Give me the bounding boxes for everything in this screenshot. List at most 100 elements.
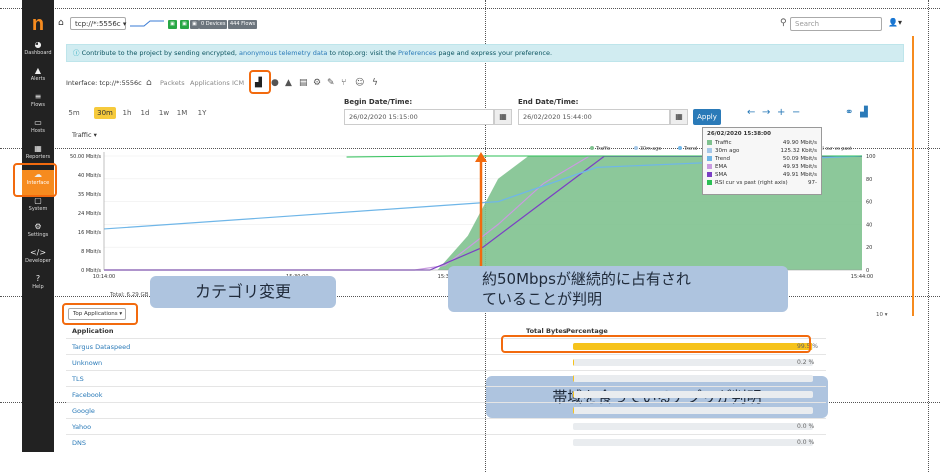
sidebar-item-label: Alerts bbox=[30, 76, 46, 82]
range-1h[interactable]: 1h bbox=[120, 107, 134, 119]
sidebar-item-hosts[interactable]: ▭ Hosts bbox=[22, 118, 54, 144]
range-5m[interactable]: 5m bbox=[66, 107, 82, 119]
tooltip-row: Traffic 49.90 Mbit/s bbox=[707, 140, 817, 147]
home-tab-icon[interactable]: ⌂ bbox=[146, 76, 152, 90]
zoom-out-icon[interactable]: − bbox=[792, 107, 800, 118]
tooltip-series-value: 49.91 Mbit/s bbox=[782, 172, 817, 178]
tooltip-series-name: 30m ago bbox=[715, 148, 740, 154]
green-status-badge[interactable]: ▣ bbox=[180, 20, 189, 29]
hosts-icon: ▭ bbox=[34, 118, 42, 127]
sidebar-item-label: System bbox=[28, 206, 48, 212]
network-tab-icon[interactable]: ⑂ bbox=[341, 76, 346, 90]
search-input[interactable]: Search bbox=[790, 17, 882, 31]
apply-button[interactable]: Apply bbox=[693, 109, 721, 125]
legend-marker bbox=[678, 146, 682, 150]
calendar-icon[interactable]: ▦ bbox=[494, 109, 512, 125]
home-icon[interactable]: ⌂ bbox=[58, 18, 64, 28]
range-1w[interactable]: 1w bbox=[156, 107, 172, 119]
link-icon[interactable]: ⚭ bbox=[845, 107, 853, 118]
gray-status-badge[interactable]: ▣ bbox=[190, 20, 199, 29]
chart-icon[interactable]: ▟ bbox=[860, 107, 868, 118]
x-tick-label: 15:44:00 bbox=[851, 274, 873, 280]
series-swatch bbox=[707, 180, 712, 185]
tooltip-series-value: 49.90 Mbit/s bbox=[782, 140, 817, 146]
interface-select[interactable]: tcp://*:5556c ▾ bbox=[70, 17, 126, 30]
calendar-icon[interactable]: ▦ bbox=[670, 109, 688, 125]
range-1Y[interactable]: 1Y bbox=[194, 107, 210, 119]
hosts-tab-icon[interactable]: ● bbox=[271, 76, 279, 90]
app-link[interactable]: Unknown bbox=[72, 359, 102, 367]
tooltip-series-name: SMA bbox=[715, 172, 727, 178]
app-link[interactable]: Yahoo bbox=[72, 423, 91, 431]
tab-icmp[interactable]: ICM bbox=[232, 76, 244, 90]
y-tick-label: 8 Mbit/s bbox=[81, 249, 101, 255]
sidebar-item-label: Dashboard bbox=[24, 50, 52, 56]
end-date-label: End Date/Time: bbox=[518, 98, 579, 106]
preferences-link[interactable]: Preferences bbox=[398, 49, 436, 57]
system-icon: ▢ bbox=[34, 196, 42, 205]
help-icon: ? bbox=[35, 274, 41, 283]
metric-select[interactable]: Traffic ▾ bbox=[72, 131, 97, 139]
app-link[interactable]: TLS bbox=[72, 375, 84, 383]
flows-badge[interactable]: 444 Flows bbox=[228, 20, 258, 29]
page-size-select[interactable]: 10 ▾ bbox=[876, 312, 888, 318]
y-tick-label: 16 Mbit/s bbox=[78, 230, 101, 236]
app-link[interactable]: Targus Dataspeed bbox=[72, 343, 130, 351]
tab-packets[interactable]: Packets bbox=[160, 76, 185, 90]
sidebar-item-flows[interactable]: ≡ Flows bbox=[22, 92, 54, 118]
telemetry-banner: ⓘ Contribute to the project by sending e… bbox=[66, 44, 904, 62]
app-link[interactable]: Google bbox=[72, 407, 95, 415]
sidebar-item-developer[interactable]: </> Developer bbox=[22, 248, 54, 274]
sidebar-item-settings[interactable]: ⚙ Settings bbox=[22, 222, 54, 248]
report-tab-icon[interactable]: ▤ bbox=[299, 76, 308, 90]
legend-label: Trend bbox=[683, 146, 697, 152]
y-right-tick-label: 80 bbox=[866, 177, 872, 183]
end-date-input[interactable]: 26/02/2020 15:44:00 bbox=[518, 109, 670, 125]
alerts-tab-icon[interactable]: ▲ bbox=[285, 76, 292, 90]
begin-date-input[interactable]: 26/02/2020 15:15:00 bbox=[344, 109, 494, 125]
range-1M[interactable]: 1M bbox=[174, 107, 190, 119]
user-icon[interactable]: 👤▾ bbox=[888, 18, 902, 27]
range-1d[interactable]: 1d bbox=[138, 107, 152, 119]
telemetry-link[interactable]: anonymous telemetry data bbox=[239, 49, 327, 57]
wrench-tab-icon[interactable]: ✎ bbox=[327, 76, 335, 90]
series-swatch bbox=[707, 140, 712, 145]
tooltip-series-value: 49.93 Mbit/s bbox=[782, 164, 817, 170]
zoom-in-icon[interactable]: + bbox=[777, 107, 785, 118]
range-30m[interactable]: 30m bbox=[94, 107, 116, 119]
col-percentage: Percentage bbox=[566, 327, 608, 335]
devices-badge[interactable]: 0 Devices bbox=[199, 20, 228, 29]
sidebar-item-system[interactable]: ▢ System bbox=[22, 196, 54, 222]
settings-tab-icon[interactable]: ⚙ bbox=[313, 76, 321, 90]
bolt-tab-icon[interactable]: ϟ bbox=[372, 76, 378, 90]
y-right-tick-label: 40 bbox=[866, 222, 872, 228]
percentage-bar bbox=[573, 439, 813, 446]
top-apps-highlight bbox=[62, 303, 138, 325]
sidebar-item-alerts[interactable]: ▲ Alerts bbox=[22, 66, 54, 92]
guide-line bbox=[0, 8, 940, 9]
tooltip-row: RSI cur vs past (right axis) 97- bbox=[707, 180, 817, 187]
percentage-label: 0.0 % bbox=[797, 439, 815, 446]
tooltip-series-name: Traffic bbox=[715, 140, 732, 146]
tooltip-row: 30m ago 125.32 Kbit/s bbox=[707, 148, 817, 155]
arrow-left-icon[interactable]: ← bbox=[747, 107, 755, 118]
y-tick-label: 24 Mbit/s bbox=[78, 211, 101, 217]
sidebar-item-help[interactable]: ? Help bbox=[22, 274, 54, 300]
y-right-tick-label: 20 bbox=[866, 245, 872, 251]
sidebar-item-label: Hosts bbox=[31, 128, 45, 134]
percentage-label: 0.0 % bbox=[797, 423, 815, 430]
interface-label: Interface: tcp://*:5556c bbox=[66, 79, 142, 87]
app-link[interactable]: Facebook bbox=[72, 391, 103, 399]
tooltip-row: SMA 49.91 Mbit/s bbox=[707, 172, 817, 179]
flows-icon: ≡ bbox=[34, 92, 42, 101]
tab-applications[interactable]: Applications bbox=[190, 76, 230, 90]
arrow-right-icon[interactable]: → bbox=[762, 107, 770, 118]
sidebar-item-label: Reporters bbox=[25, 154, 51, 160]
users-tab-icon[interactable]: ☺ bbox=[355, 76, 364, 90]
sidebar-item-dashboard[interactable]: ◕ Dashboard bbox=[22, 40, 54, 66]
app-link[interactable]: DNS bbox=[72, 439, 86, 447]
series-swatch bbox=[707, 156, 712, 161]
tooltip-row: Trend 50.09 Mbit/s bbox=[707, 156, 817, 163]
green-status-badge[interactable]: ▣ bbox=[168, 20, 177, 29]
sidebar-item-label: Settings bbox=[27, 232, 49, 238]
